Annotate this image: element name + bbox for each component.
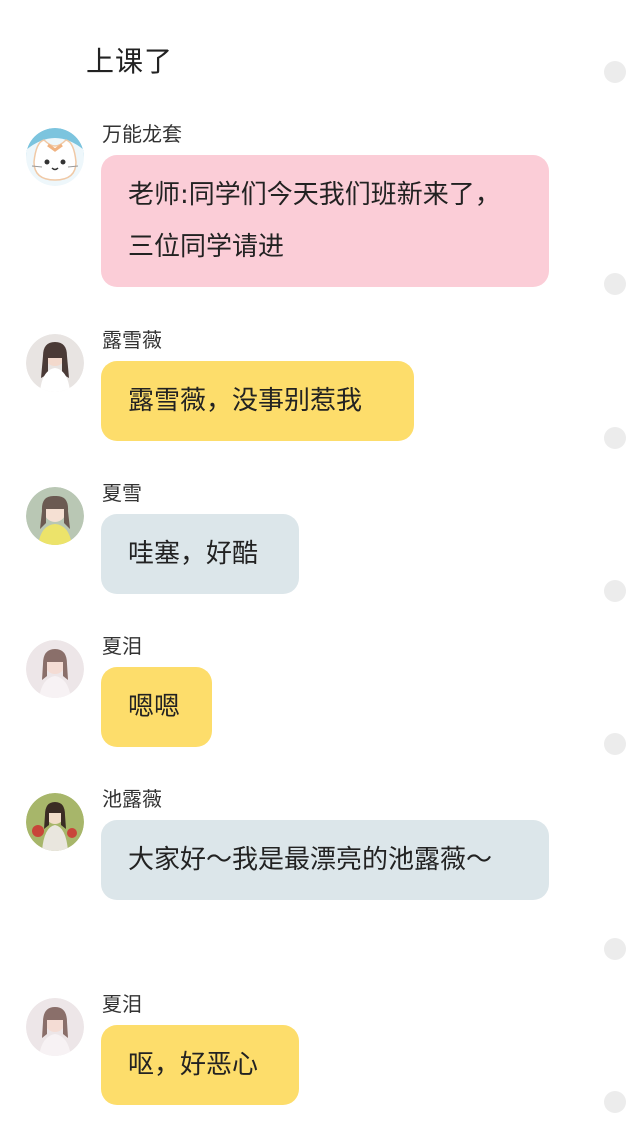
page-title: 上课了: [86, 45, 174, 78]
sender-name: 池露薇: [102, 787, 162, 811]
scroll-dot: [604, 273, 626, 295]
avatar-girl-photo[interactable]: [26, 487, 84, 545]
message-bubble[interactable]: 老师:同学们今天我们班新来了，三位同学请进: [101, 155, 549, 287]
scroll-dot: [604, 733, 626, 755]
scroll-dot: [604, 580, 626, 602]
scroll-dot: [604, 61, 626, 83]
message-bubble[interactable]: 露雪薇，没事别惹我: [101, 361, 414, 441]
avatar-girl-painting[interactable]: [26, 793, 84, 851]
sender-name: 夏雪: [102, 481, 142, 505]
scroll-dot: [604, 427, 626, 449]
avatar-cat-icon[interactable]: [26, 128, 84, 186]
message-bubble[interactable]: 呕，好恶心: [101, 1025, 299, 1105]
sender-name: 夏泪: [102, 634, 142, 658]
avatar-girl-photo[interactable]: [26, 640, 84, 698]
sender-name: 夏泪: [102, 992, 142, 1016]
message-bubble[interactable]: 大家好～我是最漂亮的池露薇～: [101, 820, 549, 900]
scroll-dot: [604, 938, 626, 960]
avatar-girl-photo[interactable]: [26, 998, 84, 1056]
scroll-dot: [604, 1091, 626, 1113]
message-bubble[interactable]: 哇塞，好酷: [101, 514, 299, 594]
sender-name: 万能龙套: [102, 122, 182, 146]
message-bubble[interactable]: 嗯嗯: [101, 667, 212, 747]
sender-name: 露雪薇: [102, 328, 162, 352]
avatar-girl-photo[interactable]: [26, 334, 84, 392]
chat-screen: 上课了 万能龙套 老师:同学们今天我们班新来了，三位同学请进 露雪薇 露雪薇，没…: [0, 0, 640, 1138]
